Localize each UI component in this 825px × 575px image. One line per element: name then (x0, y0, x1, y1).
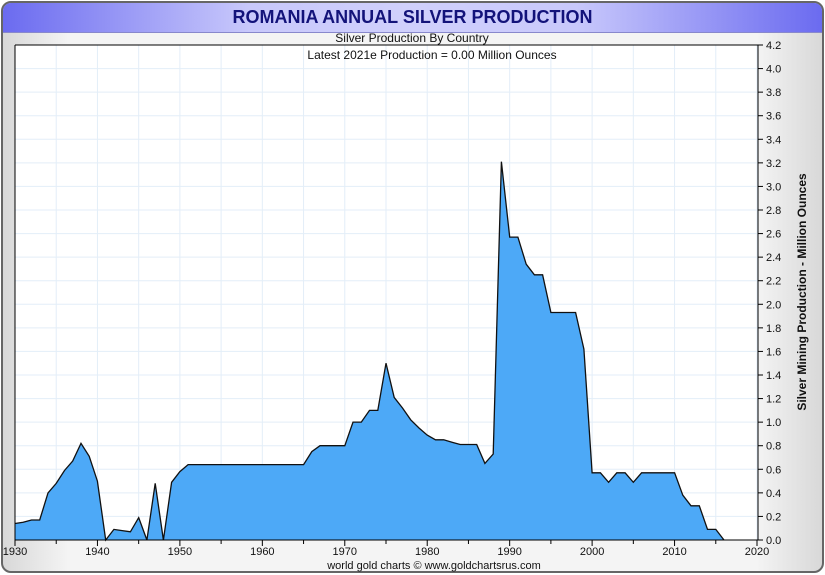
y-tick-label: 3.4 (766, 134, 781, 146)
y-tick-label: 3.2 (766, 158, 781, 170)
y-tick-label: 3.6 (766, 111, 781, 123)
x-tick-label: 1930 (3, 546, 27, 558)
y-tick-label: 2.0 (766, 299, 781, 311)
y-tick-label: 0.0 (766, 535, 781, 547)
y-tick-label: 0.4 (766, 488, 781, 500)
x-tick-label: 1980 (415, 546, 439, 558)
x-tick-label: 2010 (662, 546, 686, 558)
x-tick-label: 1950 (168, 546, 192, 558)
y-tick-label: 2.8 (766, 205, 781, 217)
x-tick-label: 2020 (745, 546, 769, 558)
y-tick-label: 0.8 (766, 441, 781, 453)
y-tick-label: 0.6 (766, 464, 781, 476)
y-tick-label: 3.8 (766, 87, 781, 99)
y-tick-label: 4.0 (766, 64, 781, 76)
y-tick-label: 2.2 (766, 276, 781, 288)
chart-svg: 1930 1940 1950 1960 1970 1980 1990 2000 2010 2020… (3, 31, 809, 572)
y-tick-label: 2.6 (766, 229, 781, 241)
chart-annotation: Latest 2021e Production = 0.00 Million O… (307, 48, 556, 62)
x-tick-label: 1940 (85, 546, 109, 558)
y-tick-label: 2.4 (766, 252, 781, 264)
footer-credit: world gold charts © www.goldchartsrus.co… (326, 560, 541, 572)
x-tick-label: 1960 (250, 546, 274, 558)
chart-subtitle: Silver Production By Country (335, 31, 488, 45)
y-tick-label: 1.6 (766, 346, 781, 358)
y-tick-label: 3.0 (766, 181, 781, 193)
x-tick-label: 1970 (333, 546, 357, 558)
y-tick-label: 0.2 (766, 511, 781, 523)
y-tick-label: 1.8 (766, 323, 781, 335)
y-axis-label: Silver Mining Production - Million Ounce… (795, 173, 809, 411)
x-tick-label: 1990 (497, 546, 521, 558)
y-tick-label: 1.4 (766, 370, 781, 382)
y-tick-label: 1.2 (766, 394, 781, 406)
x-tick-label: 2000 (580, 546, 604, 558)
y-tick-label: 4.2 (766, 40, 781, 52)
y-tick-label: 1.0 (766, 417, 781, 429)
